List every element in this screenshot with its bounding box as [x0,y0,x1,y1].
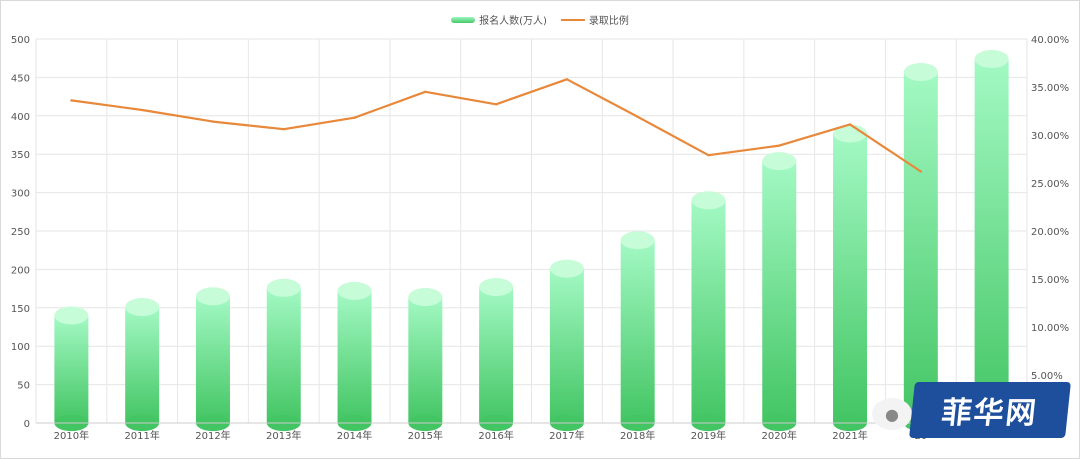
y-tick-label-right: 25.00% [1031,179,1069,190]
bar-cap [408,288,443,307]
bar-cap [903,63,938,82]
line-point [353,116,356,119]
x-tick-label: 2018年 [620,429,655,442]
line-point [70,99,73,102]
y-tick-label-right: 30.00% [1031,131,1069,142]
bar-cap [266,278,301,297]
line-point [707,153,710,157]
bar-cap [195,287,230,306]
line-point [919,170,923,173]
grid [35,38,1028,424]
line-point [565,78,569,81]
bar [762,161,797,423]
line-point [494,103,498,106]
bar-cap [762,152,797,171]
x-tick-label: 2010年 [54,429,89,442]
bar [833,133,868,424]
bar [195,296,230,423]
y-tick-label-left: 150 [11,304,30,315]
bar [549,268,584,423]
bar [266,287,301,423]
bar-cap [549,259,584,278]
line-point [848,123,852,126]
x-tick-label: 2012年 [195,429,230,442]
y-tick-label-left: 450 [11,73,30,84]
bar-cap [479,278,514,297]
y-tick-label-left: 200 [11,265,30,276]
bar-cap [337,281,372,300]
y-tick-label-right: 40.00% [1031,35,1069,46]
line-point [211,120,215,123]
x-tick-label: 2020年 [762,429,797,442]
y-tick-label-right: 35.00% [1031,83,1069,94]
x-tick-label: 2016年 [478,429,513,442]
y-tick-label-left: 50 [17,381,30,392]
y-tick-label-left: 500 [11,35,30,46]
bar [125,307,160,423]
wechat-icon: ● [872,398,912,430]
y-tick-label-left: 350 [11,150,30,161]
bar-cap [691,191,726,210]
y-tick-label-left: 100 [11,342,30,353]
bar [620,240,655,423]
watermark-logo: 菲华网 [909,382,1071,438]
y-tick-label-right: 10.00% [1031,323,1069,334]
x-tick-label: 2015年 [408,429,443,442]
line-point [778,144,781,147]
line-point [636,115,639,118]
y-tick-label-right: 5.00% [1031,371,1063,382]
bar [903,72,938,424]
bar [337,290,372,423]
bar-cap [125,298,160,317]
bar [408,297,443,423]
x-tick-label: 2019年 [691,429,726,442]
x-tick-label: 2013年 [266,429,301,442]
x-tick-label: 2011年 [124,429,159,442]
y-tick-label-left: 400 [11,112,30,123]
bar-cap [974,49,1009,68]
bar [54,315,89,423]
y-tick-label-left: 0 [24,419,30,430]
bar [479,287,514,423]
x-tick-label: 2021年 [832,429,867,442]
line-point [424,90,427,94]
bar-cap [54,306,89,325]
bar-cap [620,231,655,250]
y-tick-label-left: 300 [11,189,30,200]
bar [691,200,726,423]
y-tick-label-right: 15.00% [1031,275,1069,286]
x-tick-label: 2014年 [337,429,372,442]
x-tick-label: 2017年 [549,429,584,442]
y-tick-label-right: 20.00% [1031,227,1069,238]
line-point [282,128,285,131]
y-tick-label-left: 250 [11,227,30,238]
bar [974,58,1009,424]
line-point [140,108,144,112]
